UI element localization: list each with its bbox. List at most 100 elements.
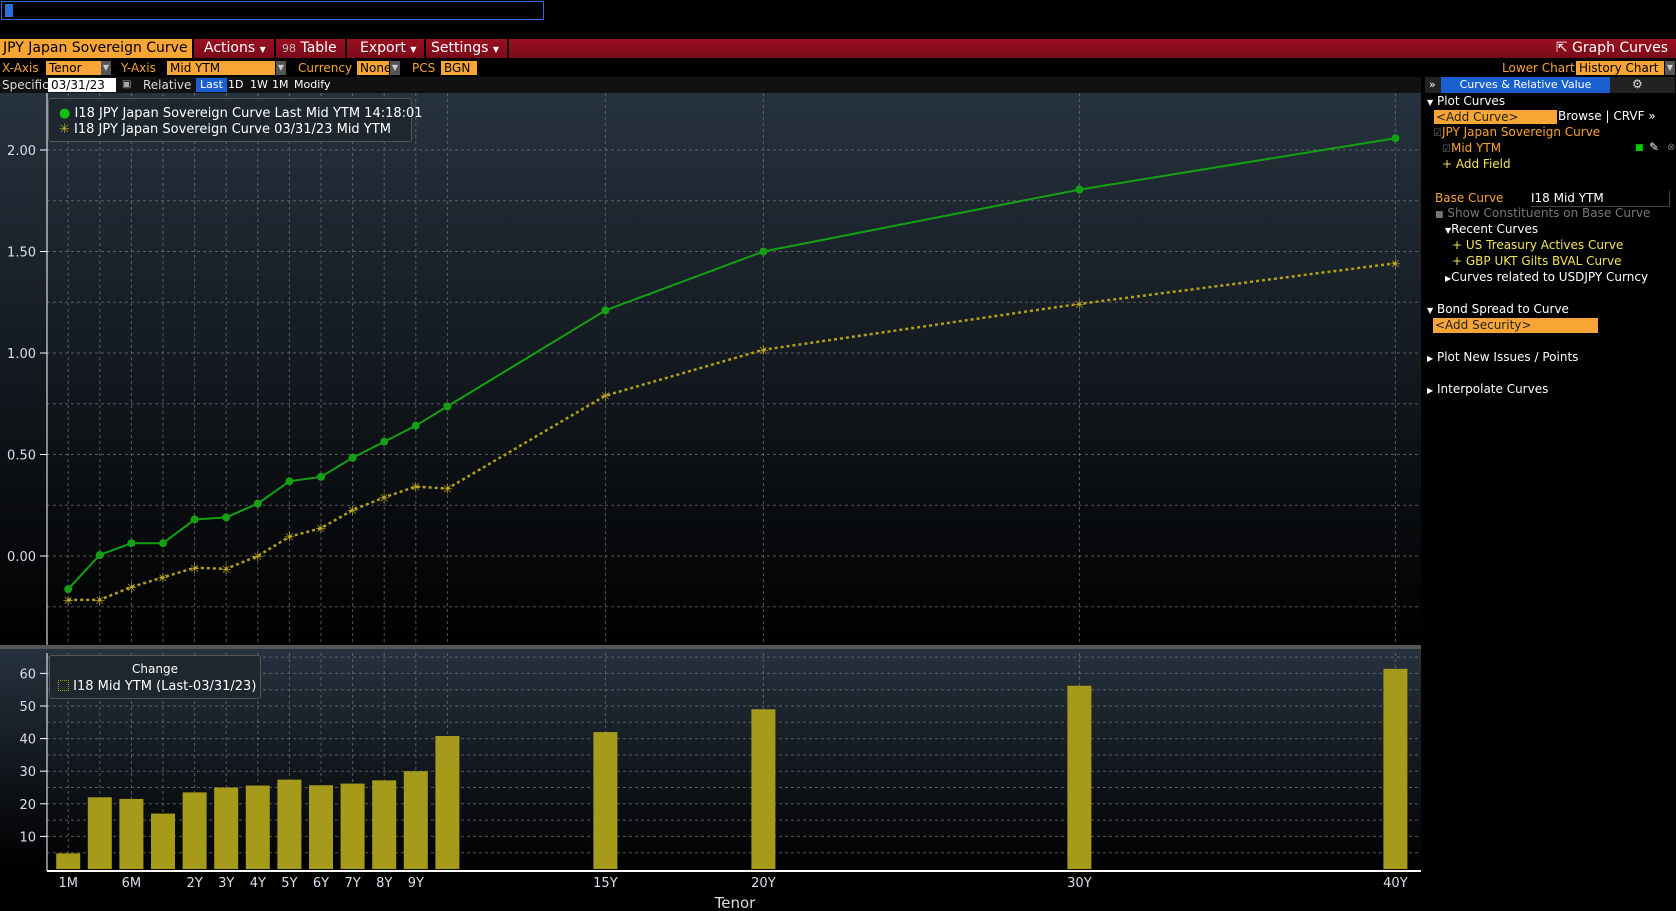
add-curve-input[interactable]: <Add Curve>: [1434, 110, 1557, 124]
x-axis-select[interactable]: Tenor: [46, 61, 101, 75]
y-tick-label: 50: [19, 700, 36, 715]
settings-menu[interactable]: Settings ▼: [423, 39, 510, 58]
change-bar: [214, 787, 239, 869]
relative-1d-button[interactable]: 1D: [224, 78, 247, 92]
data-point-last: [222, 513, 231, 522]
relative-last-button[interactable]: Last: [196, 78, 227, 92]
data-point-prior: ✳: [126, 581, 137, 596]
data-point-prior: ✳: [221, 563, 232, 578]
change-bar: [751, 709, 776, 869]
export-label: Export: [360, 40, 406, 56]
data-point-prior: ✳: [758, 344, 769, 359]
caret-down-icon: ▼: [1427, 98, 1434, 107]
pcs-label: PCS: [412, 61, 436, 75]
upper-legend: ● I18 JPY Japan Sovereign Curve Last Mid…: [48, 98, 423, 142]
actions-menu[interactable]: Actions ▼: [196, 39, 276, 58]
date-row: Specific 03/31/23 ▣ Relative Last 1D 1W …: [0, 77, 1421, 93]
y-axis-select[interactable]: Mid YTM: [167, 61, 275, 75]
data-point-prior: ✳: [410, 481, 421, 496]
data-point-last: [348, 453, 357, 462]
cursor: [5, 4, 13, 17]
caret-right-icon: ▶: [1427, 386, 1434, 395]
specific-date-input[interactable]: 03/31/23: [48, 78, 116, 92]
y-tick-label: 1.00: [7, 347, 36, 362]
checkbox[interactable]: ■: [1435, 210, 1444, 220]
settings-label: Settings: [431, 40, 489, 56]
data-point-prior: ✳: [63, 594, 74, 609]
data-point-last: [759, 247, 768, 256]
dropdown-icon[interactable]: ▼: [101, 61, 111, 75]
change-bar: [151, 813, 175, 869]
y-tick-label: 10: [19, 830, 36, 845]
data-point-last: [380, 437, 389, 446]
add-security-input[interactable]: <Add Security>: [1433, 318, 1598, 333]
bond-spread-section[interactable]: Bond Spread to Curve: [1437, 302, 1569, 316]
chevron-down-icon: ▼: [492, 45, 500, 54]
y-tick-label: 0.00: [7, 550, 36, 565]
data-point-last: [443, 402, 452, 411]
y-tick-label: 0.50: [7, 449, 36, 464]
lower-chart-select[interactable]: History Chart: [1576, 61, 1664, 75]
table-button[interactable]: 98 Table: [274, 39, 347, 58]
export-menu[interactable]: Export ▼: [352, 39, 427, 58]
command-line-input[interactable]: [1, 1, 544, 20]
change-bar: [277, 779, 302, 869]
graph-curves-button[interactable]: ⇱ Graph Curves: [1548, 39, 1676, 58]
security-title[interactable]: JPY Japan Sovereign Curve: [0, 39, 194, 58]
color-swatch-icon[interactable]: ■: [1635, 141, 1644, 156]
graph-curves-label: Graph Curves: [1572, 40, 1668, 56]
data-point-last: [1391, 134, 1400, 143]
gear-icon[interactable]: ⚙: [1632, 77, 1643, 92]
show-constituents-option[interactable]: Show Constituents on Base Curve: [1447, 206, 1650, 220]
pencil-icon[interactable]: ✎: [1649, 140, 1659, 155]
base-curve-input[interactable]: I18 Mid YTM: [1531, 191, 1670, 207]
modify-button[interactable]: Modify: [290, 78, 334, 92]
chart-splitter[interactable]: [0, 645, 1421, 649]
change-bar: [403, 771, 428, 869]
chevron-down-icon: ▼: [410, 45, 417, 54]
caret-right-icon: ▶: [1427, 354, 1434, 363]
data-point-prior: ✳: [316, 522, 327, 537]
add-field-link[interactable]: + Add Field: [1442, 157, 1511, 172]
x-tick-label: 4Y: [250, 876, 266, 891]
plot-curves-section[interactable]: Plot Curves: [1437, 94, 1505, 108]
checkbox[interactable]: ☑: [1433, 128, 1442, 139]
calendar-icon[interactable]: ▣: [122, 78, 131, 92]
dropdown-icon[interactable]: ▼: [1665, 61, 1675, 75]
curve-chart[interactable]: ✳ ✳ ✳ ✳ ✳ ✳ ✳ ✳ ✳ ✳ ✳ ✳ ✳ ✳ ✳ ✳ ✳ 2.00 1.50 1.00 0.50 0.00 60 5…: [0, 93, 1421, 911]
interpolate-curves-section[interactable]: Interpolate Curves: [1437, 382, 1548, 396]
currency-select[interactable]: None: [357, 61, 391, 75]
tab-curves-relative-value[interactable]: Curves & Relative Value: [1441, 77, 1610, 93]
recent-curve-item[interactable]: + GBP UKT Gilts BVAL Curve: [1452, 254, 1621, 269]
change-bar: [182, 792, 207, 869]
x-tick-label: 20Y: [751, 876, 776, 891]
field-item[interactable]: Mid YTM: [1451, 141, 1501, 155]
expand-panel-button[interactable]: »: [1429, 77, 1436, 92]
change-bar: [56, 853, 81, 869]
data-point-prior: ✳: [1074, 298, 1085, 313]
recent-curve-item[interactable]: + US Treasury Actives Curve: [1452, 238, 1623, 253]
data-point-prior: ✳: [600, 390, 611, 405]
change-bar: [340, 783, 365, 869]
legend-item-last: I18 JPY Japan Sovereign Curve Last Mid Y…: [74, 106, 423, 121]
lower-legend: Change I18 Mid YTM (Last-03/31/23): [49, 655, 261, 699]
pcs-input[interactable]: BGN: [441, 61, 477, 75]
data-point-last: [317, 472, 325, 481]
dropdown-icon[interactable]: ▼: [390, 61, 400, 75]
y-tick-label: 2.00: [7, 144, 36, 159]
legend-box-icon: [58, 680, 69, 691]
x-axis-label: X-Axis: [2, 61, 39, 75]
browse-crvf-link[interactable]: Browse | CRVF »: [1558, 109, 1656, 124]
dropdown-icon[interactable]: ▼: [276, 61, 286, 75]
related-curves-section[interactable]: Curves related to USDJPY Curncy: [1451, 270, 1648, 284]
checkbox[interactable]: ☑: [1442, 144, 1451, 155]
plot-new-issues-section[interactable]: Plot New Issues / Points: [1437, 350, 1578, 364]
recent-curves-section[interactable]: Recent Curves: [1451, 222, 1538, 236]
change-bar: [372, 780, 397, 869]
remove-icon[interactable]: ⊗: [1667, 140, 1675, 155]
data-point-last: [64, 585, 73, 594]
curve-item[interactable]: JPY Japan Sovereign Curve: [1442, 125, 1600, 139]
legend-dot-icon: ●: [59, 106, 71, 121]
relative-1m-button[interactable]: 1M: [268, 78, 293, 92]
data-point-last: [159, 539, 167, 548]
